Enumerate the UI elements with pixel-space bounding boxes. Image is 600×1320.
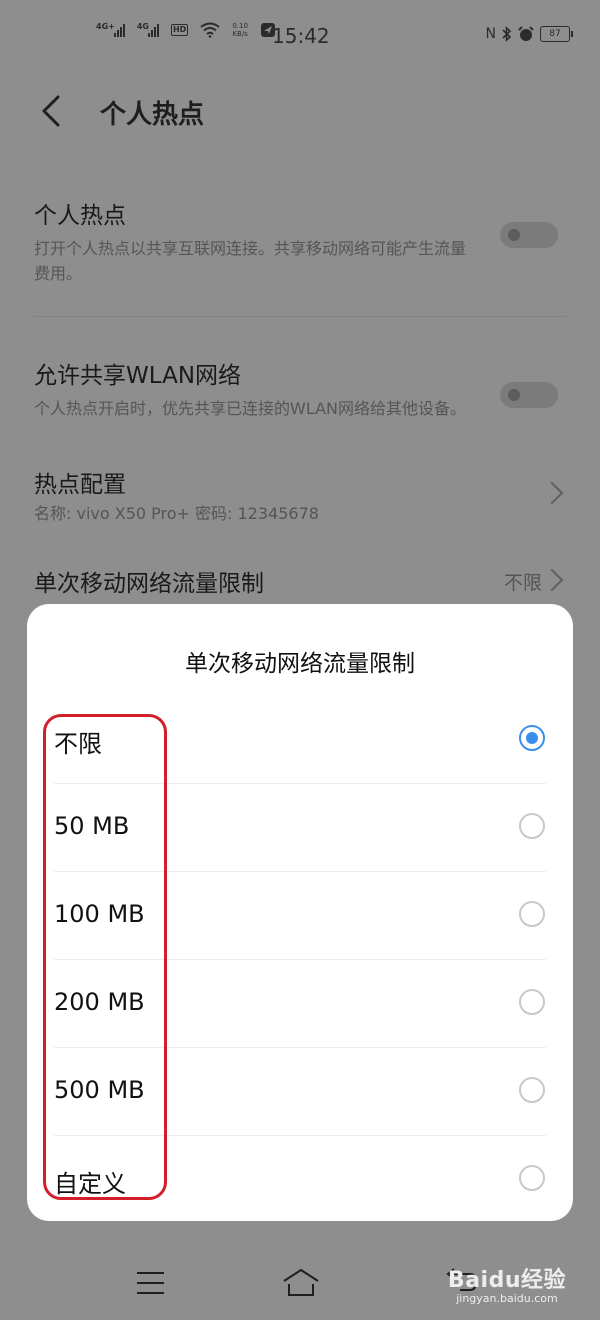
share-wlan-row[interactable]: 允许共享WLAN网络 个人热点开启时，优先共享已连接的WLAN网络给其他设备。 (34, 356, 566, 421)
network-type-1: 4G+ (96, 22, 115, 31)
network-speed-value: 0.10 (232, 22, 248, 30)
data-limit-value: 不限 (503, 572, 542, 594)
battery-icon: 87 (540, 26, 573, 42)
signal-2-icon: 4G (136, 22, 159, 37)
wifi-icon (200, 22, 220, 38)
hotspot-settings-page: 4G+ 4G HD 0.10 KB/s 15:42 N 87 个人热点 个人热点… (0, 0, 600, 1320)
data-limit-dialog: 单次移动网络流量限制 不限 50 MB 100 MB 200 MB 500 MB (27, 604, 573, 1221)
radio-unselected-icon[interactable] (519, 1165, 545, 1191)
network-type-2: 4G (136, 22, 149, 31)
hotspot-toggle-switch[interactable] (500, 222, 558, 248)
radio-unselected-icon[interactable] (519, 989, 545, 1015)
nfc-icon: N (485, 26, 496, 42)
network-speed: 0.10 KB/s (232, 22, 248, 38)
share-wlan-row-desc: 个人热点开启时，优先共享已连接的WLAN网络给其他设备。 (34, 399, 467, 418)
status-time: 15:42 (272, 24, 330, 48)
home-icon[interactable] (282, 1268, 320, 1298)
signal-1-icon: 4G+ (96, 22, 125, 37)
hotspot-config-desc: 名称: vivo X50 Pro+ 密码: 12345678 (34, 504, 319, 523)
status-bar: 4G+ 4G HD 0.10 KB/s 15:42 N 87 (0, 0, 600, 72)
red-highlight-annotation (43, 714, 167, 1200)
dialog-title: 单次移动网络流量限制 (185, 651, 415, 677)
section-divider (34, 316, 566, 317)
radio-unselected-icon[interactable] (519, 1077, 545, 1103)
hotspot-row-title: 个人热点 (34, 203, 126, 229)
alarm-icon (518, 26, 534, 41)
bluetooth-icon (502, 26, 512, 42)
watermark-logo: Baidu经验 (447, 1268, 566, 1293)
hd-volte-icon: HD (170, 24, 189, 36)
radio-unselected-icon[interactable] (519, 901, 545, 927)
data-limit-row[interactable]: 单次移动网络流量限制 (34, 564, 566, 598)
hotspot-config-row[interactable]: 热点配置 名称: vivo X50 Pro+ 密码: 12345678 (34, 465, 566, 526)
menu-icon[interactable] (137, 1272, 164, 1294)
network-speed-unit: KB/s (232, 30, 248, 38)
hotspot-row-desc: 打开个人热点以共享互联网连接。共享移动网络可能产生流量费用。 (34, 239, 467, 283)
watermark-url: jingyan.baidu.com (456, 1292, 558, 1305)
data-limit-title: 单次移动网络流量限制 (34, 571, 264, 597)
page-title: 个人热点 (100, 100, 205, 130)
back-arrow-icon[interactable] (36, 94, 70, 128)
share-wlan-row-title: 允许共享WLAN网络 (34, 363, 242, 389)
share-wlan-toggle-switch[interactable] (500, 382, 558, 408)
header-bar: 个人热点 (0, 80, 600, 144)
status-left-icons: 4G+ 4G HD 0.10 KB/s (96, 22, 276, 38)
hotspot-toggle-row[interactable]: 个人热点 打开个人热点以共享互联网连接。共享移动网络可能产生流量费用。 (34, 196, 566, 286)
radio-selected-icon[interactable] (519, 725, 545, 751)
radio-unselected-icon[interactable] (519, 813, 545, 839)
hotspot-config-title: 热点配置 (34, 472, 126, 498)
status-right-icons: N 87 (485, 26, 573, 42)
baidu-watermark: Baidu经验 jingyan.baidu.com (448, 1262, 566, 1305)
